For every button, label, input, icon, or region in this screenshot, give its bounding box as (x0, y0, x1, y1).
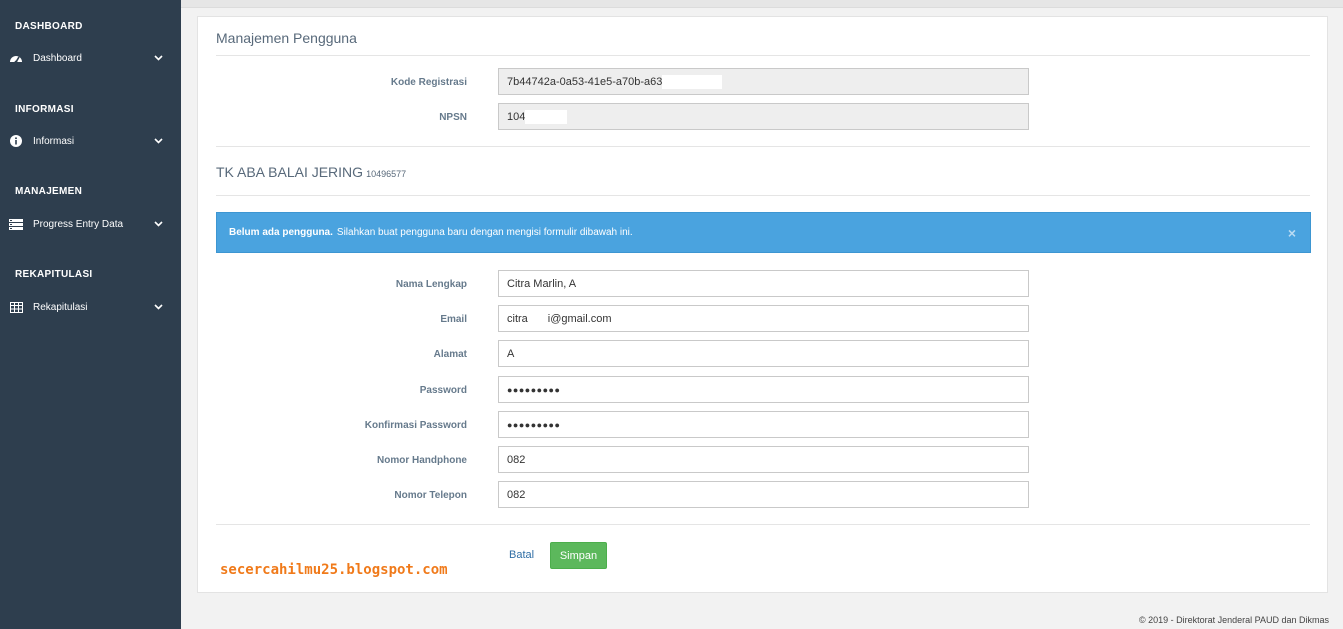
konfirmasi-password-value: ●●●●●●●●● (507, 419, 561, 430)
chevron-down-icon (153, 136, 163, 146)
close-icon[interactable]: × (1288, 225, 1296, 241)
school-heading: TK ABA BALAI JERING 10496577 (216, 164, 406, 180)
sidebar-item-informasi[interactable]: Informasi (0, 130, 181, 152)
watermark-text: secercahilmu25.blogspot.com (220, 562, 448, 578)
email-value-prefix: citra (507, 312, 528, 325)
sidebar-item-label: Progress Entry Data (33, 218, 124, 230)
top-bar (181, 0, 1343, 8)
info-circle-icon (9, 134, 23, 148)
registration-code-label: Kode Registrasi (390, 77, 467, 88)
save-button[interactable]: Simpan (550, 542, 607, 569)
chevron-down-icon (153, 53, 163, 63)
sidebar-section-informasi: INFORMASI (15, 104, 74, 115)
npsn-value: 104 (507, 110, 526, 123)
nama-lengkap-input[interactable]: Citra Marlin, A (498, 270, 1029, 297)
school-name: TK ABA BALAI JERING (216, 164, 364, 180)
nomor-handphone-input[interactable]: 082 (498, 446, 1029, 473)
nomor-telepon-value: 082 (507, 488, 526, 501)
nama-lengkap-value: Citra Marlin, A (507, 277, 577, 290)
nomor-telepon-label: Nomor Telepon (394, 490, 467, 501)
divider (216, 55, 1310, 56)
registration-code-field: 7b44742a-0a53-41e5-a70b-a63 (498, 68, 1029, 95)
password-input[interactable]: ●●●●●●●●● (498, 376, 1029, 403)
registration-code-value: 7b44742a-0a53-41e5-a70b-a63 (507, 75, 663, 88)
server-list-icon (9, 217, 23, 231)
redaction-mask (527, 311, 548, 326)
user-management-panel: Manajemen Pengguna Kode Registrasi 7b447… (197, 16, 1328, 593)
chevron-down-icon (153, 302, 163, 312)
nomor-handphone-value: 082 (507, 453, 526, 466)
redaction-mask (662, 74, 723, 89)
npsn-label: NPSN (439, 112, 467, 123)
alamat-input[interactable]: A (498, 340, 1029, 367)
password-value: ●●●●●●●●● (507, 384, 561, 395)
email-label: Email (440, 314, 467, 325)
info-alert: Belum ada pengguna. Silahkan buat penggu… (216, 212, 1311, 253)
email-value-suffix: i@gmail.com (547, 312, 612, 325)
sidebar-section-dashboard: DASHBOARD (15, 21, 83, 32)
page-title: Manajemen Pengguna (216, 30, 357, 46)
sidebar-section-rekapitulasi: REKAPITULASI (15, 269, 93, 280)
alamat-label: Alamat (433, 349, 467, 360)
password-label: Password (419, 385, 467, 396)
sidebar-item-dashboard[interactable]: Dashboard (0, 47, 181, 69)
table-grid-icon (9, 300, 23, 314)
chevron-down-icon (153, 219, 163, 229)
divider (216, 195, 1310, 196)
school-npsn: 10496577 (366, 169, 407, 179)
divider (216, 524, 1310, 525)
cancel-button[interactable]: Batal (509, 549, 534, 561)
konfirmasi-password-label: Konfirmasi Password (364, 420, 467, 431)
alert-message: Silahkan buat pengguna baru dengan mengi… (336, 227, 633, 238)
sidebar-item-label: Informasi (33, 135, 75, 147)
konfirmasi-password-input[interactable]: ●●●●●●●●● (498, 411, 1029, 438)
footer-copyright: © 2019 - Direktorat Jenderal PAUD dan Di… (1138, 615, 1329, 625)
email-input[interactable]: citra i@gmail.com (498, 305, 1029, 332)
npsn-field: 104 (498, 103, 1029, 130)
divider (216, 146, 1310, 147)
redaction-mask (525, 109, 568, 124)
sidebar-item-progress-entry-data[interactable]: Progress Entry Data (0, 213, 181, 235)
sidebar-section-manajemen: MANAJEMEN (15, 186, 83, 197)
sidebar-item-label: Dashboard (33, 52, 82, 64)
sidebar: DASHBOARD Dashboard INFORMASI Informasi … (0, 0, 181, 629)
sidebar-item-rekapitulasi[interactable]: Rekapitulasi (0, 296, 181, 318)
nama-lengkap-label: Nama Lengkap (395, 279, 467, 290)
nomor-telepon-input[interactable]: 082 (498, 481, 1029, 508)
alert-strong: Belum ada pengguna. (229, 227, 333, 238)
alamat-value: A (507, 347, 515, 360)
sidebar-item-label: Rekapitulasi (33, 301, 88, 313)
dashboard-gauge-icon (9, 51, 23, 65)
nomor-handphone-label: Nomor Handphone (377, 455, 467, 466)
